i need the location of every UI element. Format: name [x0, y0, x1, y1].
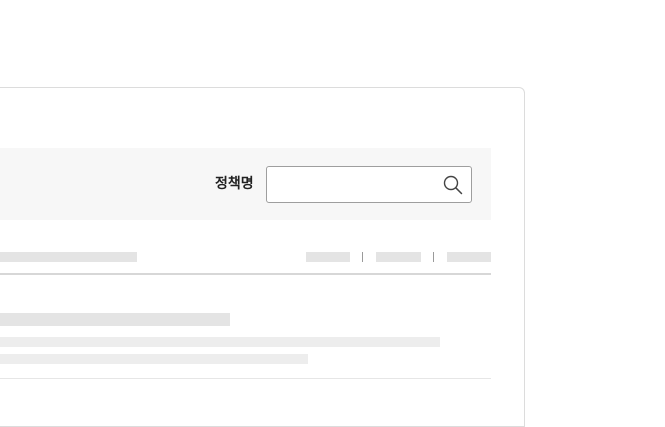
list-item-divider [0, 378, 491, 379]
policy-name-input[interactable] [275, 173, 439, 197]
sort-option-placeholder [376, 252, 421, 262]
policy-name-label: 정책명 [215, 176, 254, 192]
list-item-text-placeholder [0, 337, 440, 347]
sort-separator [433, 252, 434, 262]
list-title-placeholder [0, 252, 137, 262]
list-header-divider [0, 273, 491, 275]
search-icon[interactable] [443, 175, 463, 195]
sort-option-placeholder [447, 252, 491, 262]
search-bar: 정책명 [0, 148, 491, 220]
sort-separator [362, 252, 363, 262]
policy-card: 정책명 [0, 87, 525, 427]
list-item-title-placeholder [0, 313, 230, 326]
policy-name-search-field[interactable] [266, 166, 472, 203]
list-item-text-placeholder [0, 354, 308, 364]
sort-option-placeholder [306, 252, 350, 262]
